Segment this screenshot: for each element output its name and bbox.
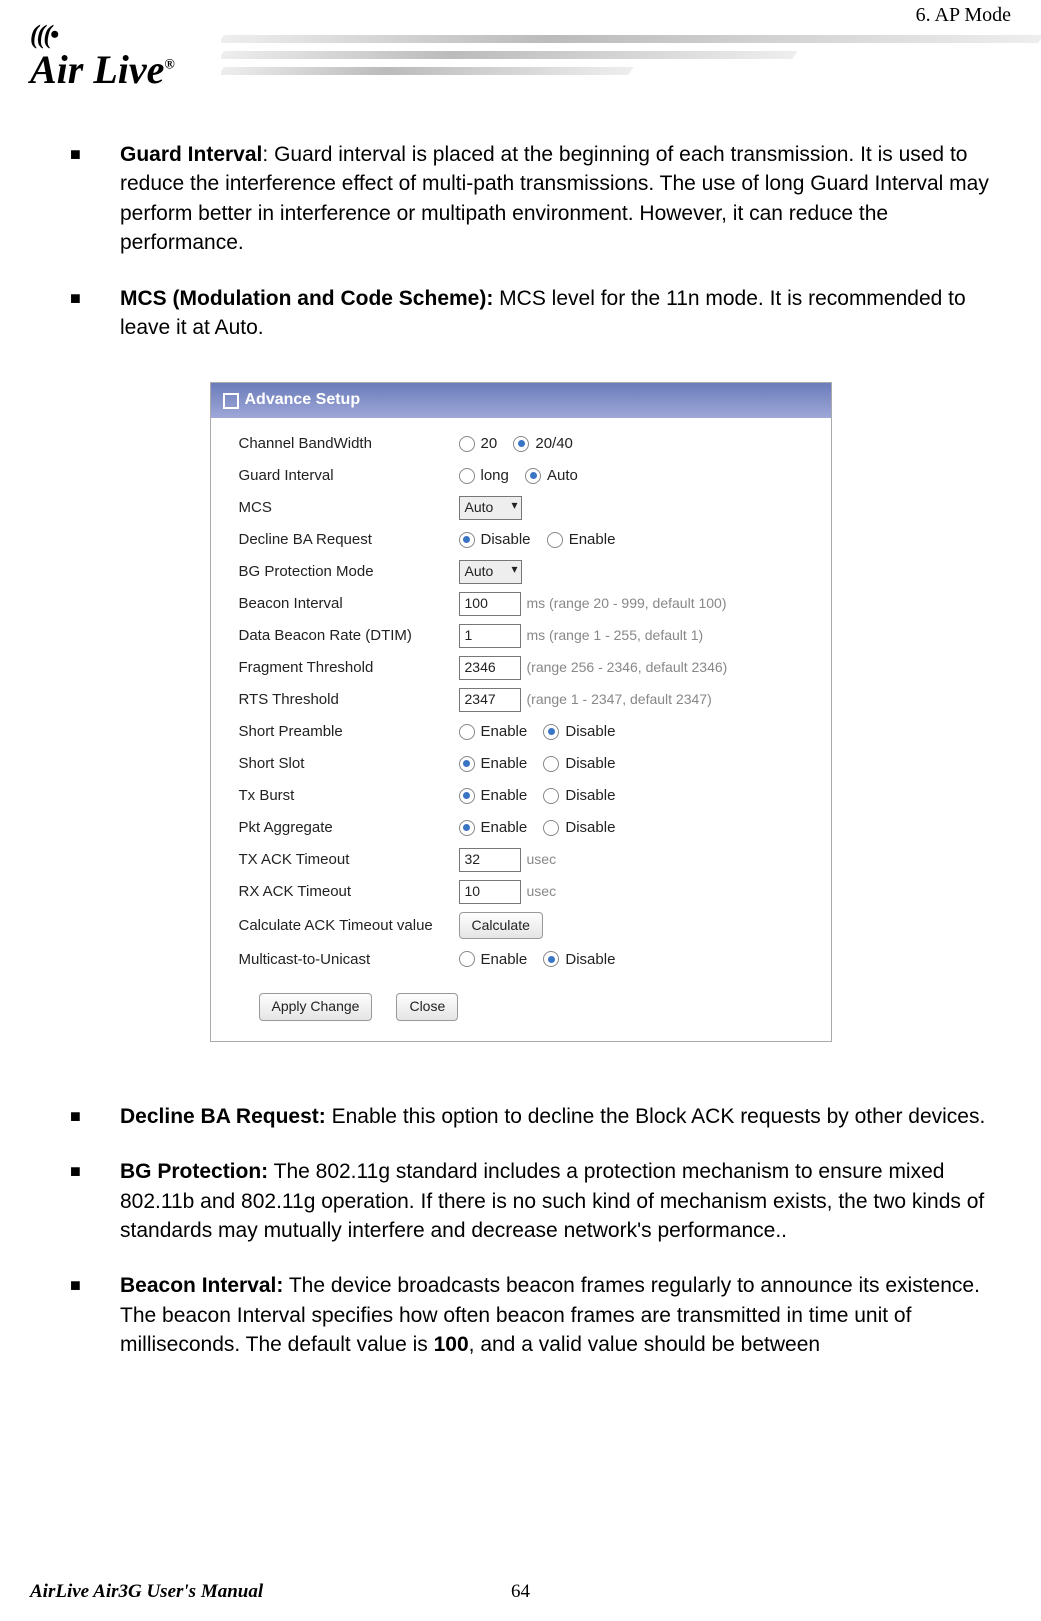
radio-enable[interactable]: [459, 756, 475, 772]
radio-disable[interactable]: [459, 532, 475, 548]
radio-disable[interactable]: [543, 756, 559, 772]
chapter-label: 6. AP Mode: [916, 4, 1011, 27]
row-calc-ack: Calculate ACK Timeout value Calculate: [239, 912, 815, 940]
bullet-title: MCS (Modulation and Code Scheme):: [120, 287, 493, 310]
radio-enable[interactable]: [459, 820, 475, 836]
row-fragment-threshold: Fragment Threshold 2346 (range 256 - 234…: [239, 656, 815, 680]
row-decline-ba: Decline BA Request Disable Enable: [239, 528, 815, 552]
bullet-beacon-interval: Beacon Interval: The device broadcasts b…: [70, 1271, 1011, 1359]
row-dtim: Data Beacon Rate (DTIM) 1 ms (range 1 - …: [239, 624, 815, 648]
radio-enable[interactable]: [459, 724, 475, 740]
panel-icon: [223, 393, 239, 409]
header-decoration: [221, 35, 1041, 105]
footer-manual-title: AirLive Air3G User's Manual: [30, 1581, 263, 1603]
row-tx-burst: Tx Burst Enable Disable: [239, 784, 815, 808]
close-button[interactable]: Close: [396, 993, 458, 1021]
row-multicast: Multicast-to-Unicast Enable Disable: [239, 947, 815, 971]
row-guard-interval: Guard Interval long Auto: [239, 464, 815, 488]
txack-input[interactable]: 32: [459, 848, 521, 872]
mcs-select[interactable]: Auto: [459, 496, 522, 520]
radio-disable[interactable]: [543, 724, 559, 740]
row-tx-ack-timeout: TX ACK Timeout 32 usec: [239, 848, 815, 872]
bullet-title: BG Protection:: [120, 1160, 268, 1183]
bullet-guard-interval: Guard Interval: Guard interval is placed…: [70, 140, 1011, 258]
dtim-input[interactable]: 1: [459, 624, 521, 648]
radio-disable[interactable]: [543, 951, 559, 967]
rts-input[interactable]: 2347: [459, 688, 521, 712]
row-rts-threshold: RTS Threshold 2347 (range 1 - 2347, defa…: [239, 688, 815, 712]
row-pkt-aggregate: Pkt Aggregate Enable Disable: [239, 816, 815, 840]
radio-enable[interactable]: [547, 532, 563, 548]
row-mcs: MCS Auto: [239, 496, 815, 520]
row-short-slot: Short Slot Enable Disable: [239, 752, 815, 776]
radio-long[interactable]: [459, 468, 475, 484]
frag-input[interactable]: 2346: [459, 656, 521, 680]
bullet-bg-protection: BG Protection: The 802.11g standard incl…: [70, 1157, 1011, 1245]
radio-disable[interactable]: [543, 788, 559, 804]
radio-20[interactable]: [459, 436, 475, 452]
bullet-title: Guard Interval: [120, 143, 262, 166]
bullet-mcs: MCS (Modulation and Code Scheme): MCS le…: [70, 284, 1011, 343]
bullet-decline-ba: Decline BA Request: Enable this option t…: [70, 1102, 1011, 1131]
footer-page-number: 64: [511, 1581, 530, 1603]
logo: (((• Air Live®: [30, 10, 175, 90]
row-short-preamble: Short Preamble Enable Disable: [239, 720, 815, 744]
radio-enable[interactable]: [459, 951, 475, 967]
bullet-body: Enable this option to decline the Block …: [326, 1105, 986, 1128]
bullet-title: Beacon Interval:: [120, 1274, 283, 1297]
bullet-title: Decline BA Request:: [120, 1105, 326, 1128]
row-rx-ack-timeout: RX ACK Timeout 10 usec: [239, 880, 815, 904]
rxack-input[interactable]: 10: [459, 880, 521, 904]
radio-auto[interactable]: [525, 468, 541, 484]
radio-20-40[interactable]: [513, 436, 529, 452]
panel-title: Advance Setup: [245, 389, 361, 411]
bg-select[interactable]: Auto: [459, 560, 522, 584]
advance-setup-panel: Advance Setup Channel BandWidth 20 20/40…: [210, 382, 832, 1042]
content-body: Guard Interval: Guard interval is placed…: [0, 110, 1041, 1360]
panel-header: Advance Setup: [211, 383, 831, 417]
radio-enable[interactable]: [459, 788, 475, 804]
row-channel-bandwidth: Channel BandWidth 20 20/40: [239, 432, 815, 456]
beacon-input[interactable]: 100: [459, 592, 521, 616]
calculate-button[interactable]: Calculate: [459, 912, 543, 940]
page-footer: AirLive Air3G User's Manual 64: [30, 1581, 1011, 1603]
row-bg-protection: BG Protection Mode Auto: [239, 560, 815, 584]
radio-disable[interactable]: [543, 820, 559, 836]
apply-change-button[interactable]: Apply Change: [259, 993, 373, 1021]
row-beacon-interval: Beacon Interval 100 ms (range 20 - 999, …: [239, 592, 815, 616]
page-header: 6. AP Mode (((• Air Live®: [0, 0, 1041, 110]
